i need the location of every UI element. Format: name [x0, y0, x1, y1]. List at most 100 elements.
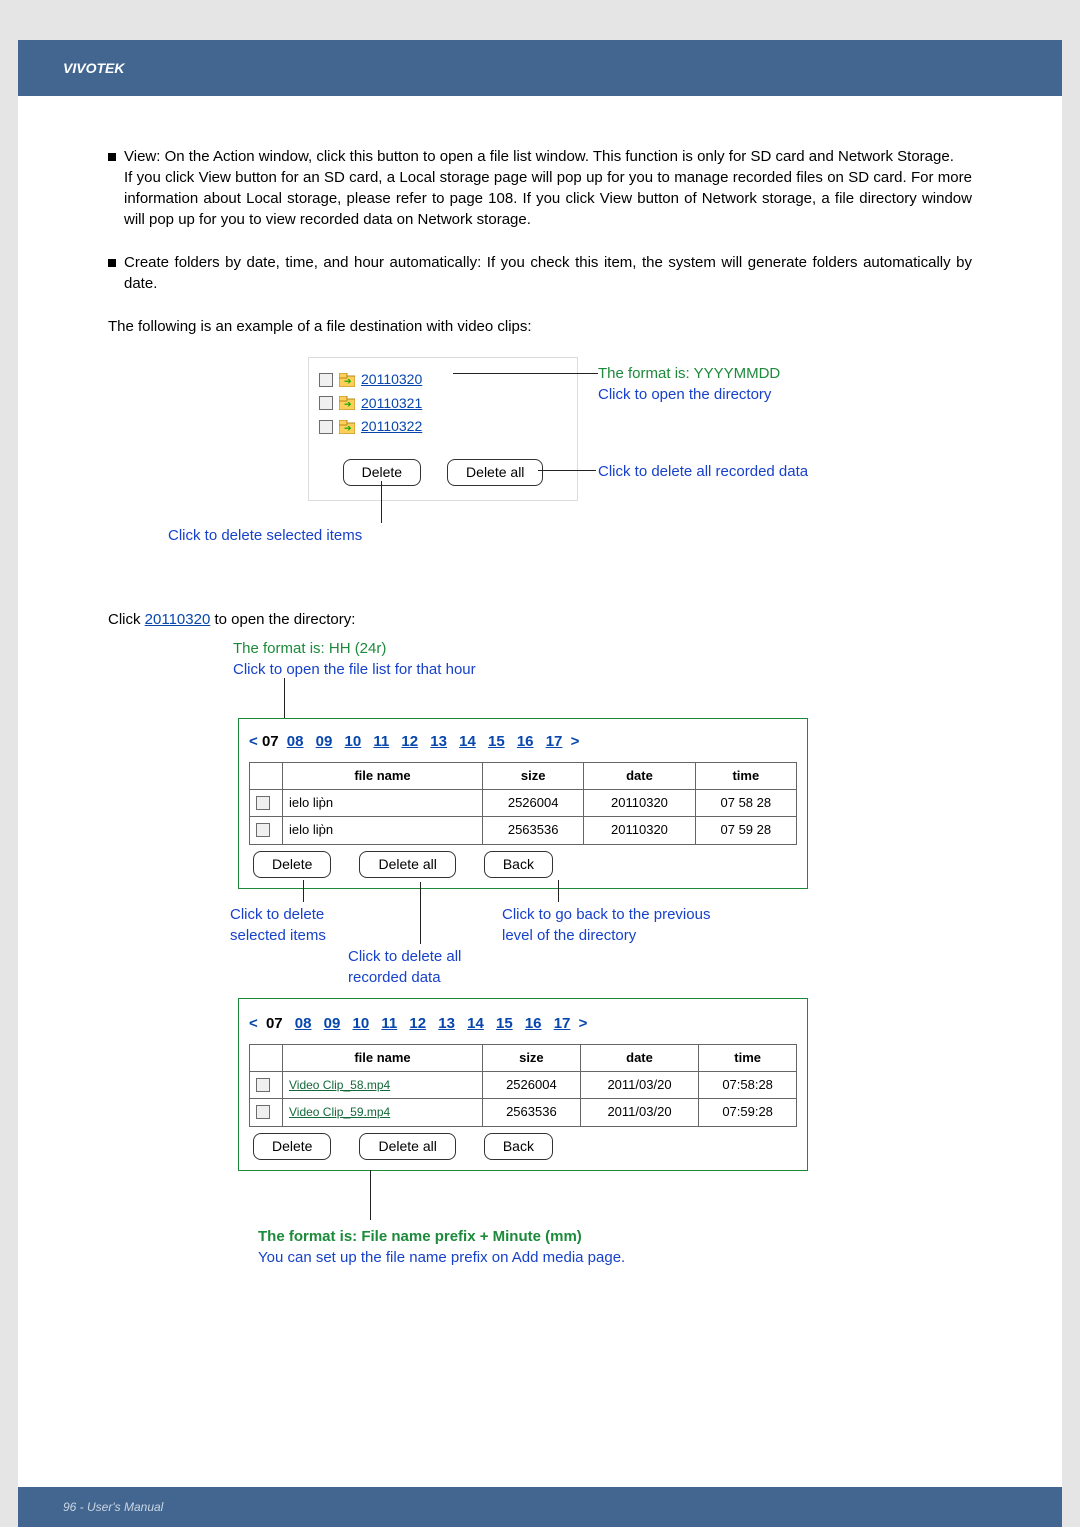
checkbox[interactable]	[319, 396, 333, 410]
delete-all-button[interactable]: Delete all	[359, 851, 455, 879]
annot-back: Click to go back to the previous level o…	[502, 904, 710, 946]
cell-size: 2563536	[483, 1099, 581, 1126]
filename-prefix-text: You can set up the file name prefix on A…	[258, 1247, 625, 1268]
content-area: View: On the Action window, click this b…	[18, 96, 1062, 1328]
hour-link[interactable]: 17	[546, 733, 563, 750]
cell-date: 20110320	[584, 790, 695, 817]
svg-text:➔: ➔	[344, 423, 352, 433]
cell-time: 07 58 28	[695, 790, 796, 817]
view-label: View:	[124, 148, 165, 165]
callout-line	[558, 880, 559, 902]
checkbox[interactable]	[256, 823, 270, 837]
cell-time: 07:58:28	[699, 1072, 797, 1099]
checkbox[interactable]	[319, 420, 333, 434]
th-size: size	[483, 763, 584, 790]
hour-link[interactable]: 09	[324, 1015, 341, 1032]
back-button[interactable]: Back	[484, 1133, 553, 1161]
folder-link[interactable]: 20110322	[361, 417, 422, 437]
hour-link[interactable]: 12	[409, 1015, 426, 1032]
checkbox[interactable]	[256, 796, 270, 810]
file-table: file name size date time ielo lip̀n 2526…	[249, 762, 797, 845]
filename-format-annot: The format is: File name prefix + Minute…	[258, 1226, 625, 1268]
hour-link[interactable]: 08	[287, 733, 304, 750]
footer-band: 96 - User's Manual	[18, 1487, 1062, 1527]
hour-link[interactable]: 17	[554, 1015, 571, 1032]
hour-prev[interactable]: <	[249, 733, 258, 750]
hour-link[interactable]: 09	[316, 733, 333, 750]
folder-row[interactable]: ➔ 20110321	[319, 394, 567, 414]
file-link[interactable]: Video Clip_59.mp4	[289, 1105, 390, 1119]
hour-link[interactable]: 14	[467, 1015, 484, 1032]
hour-link[interactable]: 10	[345, 733, 362, 750]
folder-link[interactable]: 20110321	[361, 394, 422, 414]
table-row: ielo lip̀n 2526004 20110320 07 58 28	[250, 790, 797, 817]
create-bullet-text: Create folders by date, time, and hour a…	[124, 252, 972, 294]
checkbox[interactable]	[256, 1078, 270, 1092]
checkbox[interactable]	[319, 373, 333, 387]
checkbox[interactable]	[256, 1105, 270, 1119]
callout-line	[538, 470, 596, 471]
svg-text:➔: ➔	[344, 399, 352, 409]
delete-all-button[interactable]: Delete all	[359, 1133, 455, 1161]
hour-link[interactable]: 08	[295, 1015, 312, 1032]
cell-size: 2526004	[483, 1072, 581, 1099]
filename-format-text: The format is: File name prefix + Minute…	[258, 1226, 625, 1247]
hour-link[interactable]: 15	[488, 733, 505, 750]
cell-size: 2563536	[483, 817, 584, 844]
hour-open-text: Click to open the file list for that hou…	[233, 659, 476, 680]
callout-line	[381, 481, 382, 523]
create-label: Create folders by date, time, and hour a…	[124, 254, 487, 271]
hour-link[interactable]: 16	[517, 733, 534, 750]
folder-list-box: ➔ 20110320 ➔ 20110321 ➔ 20110322	[308, 357, 578, 501]
table-header-row: file name size date time	[250, 763, 797, 790]
example-intro: The following is an example of a file de…	[108, 316, 972, 337]
hour-nav-bar: < 07 08 09 10 11 12 13 14 15 16 17 >	[249, 1009, 797, 1044]
hour-link[interactable]: 13	[430, 733, 447, 750]
hour-current: 07	[262, 733, 279, 750]
callout-line	[420, 882, 421, 944]
hour-next[interactable]: >	[571, 733, 580, 750]
hour-next[interactable]: >	[579, 1015, 588, 1032]
cell-date: 2011/03/20	[580, 1072, 698, 1099]
hour-link[interactable]: 10	[353, 1015, 370, 1032]
delete-button[interactable]: Delete	[253, 851, 331, 879]
file-list-box: < 07 08 09 10 11 12 13 14 15 16 17 >	[238, 998, 808, 1171]
th-time: time	[695, 763, 796, 790]
hour-link[interactable]: 12	[401, 733, 418, 750]
delete-all-button[interactable]: Delete all	[447, 459, 543, 487]
view-bullet-text: View: On the Action window, click this b…	[124, 146, 972, 230]
hour-link[interactable]: 13	[438, 1015, 455, 1032]
hour-nav-bar: < 07 08 09 10 11 12 13 14 15 16 17 >	[249, 727, 797, 762]
brand-title: VIVOTEK	[63, 60, 124, 76]
hour-link[interactable]: 15	[496, 1015, 513, 1032]
delete-button[interactable]: Delete	[253, 1133, 331, 1161]
table-row: Video Clip_58.mp4 2526004 2011/03/20 07:…	[250, 1072, 797, 1099]
hour-link[interactable]: 11	[373, 733, 389, 750]
hour-prev[interactable]: <	[249, 1015, 258, 1032]
file-table: file name size date time Video Clip_58.m…	[249, 1044, 797, 1127]
annot-delete-all: Click to delete all recorded data	[348, 946, 461, 988]
th-time: time	[699, 1045, 797, 1072]
callout-line	[284, 678, 285, 718]
footer-text: 96 - User's Manual	[63, 1500, 163, 1514]
cell-filename: ielo lip̀n	[283, 817, 483, 844]
callout-format-text: The format is: YYYYMMDD	[598, 363, 878, 384]
folder-row[interactable]: ➔ 20110322	[319, 417, 567, 437]
cell-time: 07:59:28	[699, 1099, 797, 1126]
hour-format-annot: The format is: HH (24r) Click to open th…	[233, 638, 476, 680]
hour-current: 07	[266, 1015, 283, 1032]
click-pre: Click	[108, 611, 145, 628]
hour-link[interactable]: 16	[525, 1015, 542, 1032]
click-link[interactable]: 20110320	[145, 611, 211, 628]
table-header-row: file name size date time	[250, 1045, 797, 1072]
folder-link[interactable]: 20110320	[361, 370, 422, 390]
th-date: date	[580, 1045, 698, 1072]
annot-delete: Click to delete selected items	[230, 904, 370, 946]
back-button[interactable]: Back	[484, 851, 553, 879]
cell-date: 20110320	[584, 817, 695, 844]
file-link[interactable]: Video Clip_58.mp4	[289, 1078, 390, 1092]
hour-link[interactable]: 11	[381, 1015, 397, 1032]
click-instruction: Click 20110320 to open the directory:	[108, 609, 972, 630]
hour-link[interactable]: 14	[459, 733, 476, 750]
th-filename: file name	[283, 763, 483, 790]
